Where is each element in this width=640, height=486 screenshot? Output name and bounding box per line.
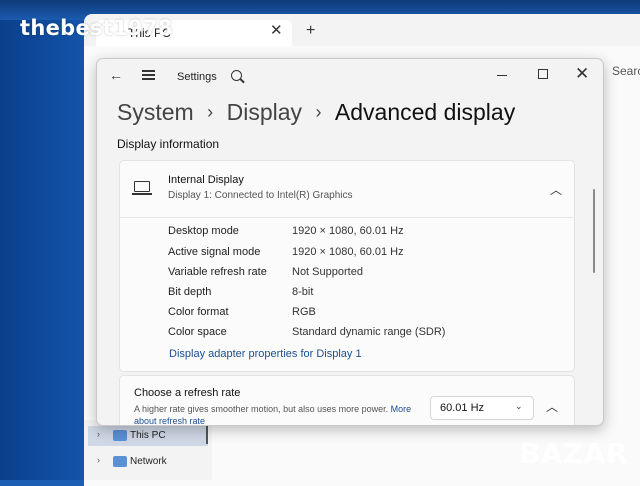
display-connection: Display 1: Connected to Intel(R) Graphic… <box>168 190 353 201</box>
app-title: Settings <box>177 71 217 83</box>
property-label: Color format <box>168 306 229 318</box>
nav-item-network[interactable]: › Network <box>88 452 208 472</box>
chevron-right-icon[interactable]: › <box>97 429 100 439</box>
property-value: Not Supported <box>292 266 363 278</box>
property-row: Color format RGB <box>168 306 568 324</box>
settings-window: ← Settings ✕ System › Display › Advanced… <box>96 58 604 426</box>
property-value: 1920 × 1080, 60.01 Hz <box>292 246 404 258</box>
nav-pane-splitter[interactable] <box>206 426 208 444</box>
close-tab-icon[interactable]: ✕ <box>270 21 283 39</box>
watermark-logo: BAZAR <box>518 437 628 470</box>
property-label: Color space <box>168 326 227 338</box>
property-row: Active signal mode 1920 × 1080, 60.01 Hz <box>168 246 568 264</box>
property-row: Bit depth 8-bit <box>168 286 568 304</box>
chevron-up-icon[interactable]: ︿ <box>550 181 562 198</box>
property-label: Active signal mode <box>168 246 261 258</box>
chevron-right-icon: › <box>315 102 322 122</box>
refresh-rate-description-text: A higher rate gives smoother motion, but… <box>134 404 389 414</box>
title-bar: ← Settings ✕ <box>97 59 603 93</box>
property-row: Desktop mode 1920 × 1080, 60.01 Hz <box>168 225 568 243</box>
chevron-up-icon[interactable]: ︿ <box>546 398 558 415</box>
search-icon[interactable] <box>231 70 242 81</box>
page-title: Advanced display <box>334 99 516 125</box>
property-value: 1920 × 1080, 60.01 Hz <box>292 225 404 237</box>
maximize-icon[interactable] <box>538 69 548 79</box>
refresh-rate-card: Choose a refresh rate A higher rate give… <box>119 375 575 425</box>
back-arrow-icon[interactable]: ← <box>109 67 123 83</box>
refresh-rate-description: A higher rate gives smoother motion, but… <box>134 403 414 425</box>
explorer-search-input[interactable]: Searc <box>612 64 640 78</box>
property-value: Standard dynamic range (SDR) <box>292 326 446 338</box>
chevron-down-icon: ⌄ <box>515 401 523 411</box>
property-label: Bit depth <box>168 286 212 298</box>
watermark-text: thebest1978 <box>20 16 173 40</box>
breadcrumb-system[interactable]: System <box>117 99 194 125</box>
refresh-rate-dropdown[interactable]: 60.01 Hz ⌄ <box>430 396 534 420</box>
minimize-icon[interactable] <box>497 75 507 76</box>
network-icon <box>113 456 127 467</box>
chevron-right-icon: › <box>207 102 214 122</box>
property-value: 8-bit <box>292 286 314 298</box>
property-row: Variable refresh rate Not Supported <box>168 266 568 284</box>
property-value: RGB <box>292 306 316 318</box>
breadcrumb-display[interactable]: Display <box>227 99 302 125</box>
display-adapter-properties-link[interactable]: Display adapter properties for Display 1 <box>169 348 362 360</box>
nav-item-label: Network <box>130 456 167 467</box>
refresh-rate-selected-value: 60.01 Hz <box>440 402 485 414</box>
scrollbar[interactable] <box>593 189 595 273</box>
breadcrumb: System › Display › Advanced display <box>117 99 515 129</box>
close-icon[interactable]: ✕ <box>575 64 589 84</box>
display-info-card: Internal Display Display 1: Connected to… <box>119 160 575 372</box>
nav-item-label: This PC <box>130 430 166 441</box>
section-title: Display information <box>117 137 220 151</box>
nav-item-this-pc[interactable]: › This PC <box>88 426 208 446</box>
hamburger-menu-icon[interactable] <box>142 70 155 80</box>
property-label: Variable refresh rate <box>168 266 267 278</box>
property-label: Desktop mode <box>168 225 239 237</box>
computer-icon <box>113 430 127 441</box>
monitor-icon <box>132 181 152 195</box>
new-tab-icon[interactable]: + <box>306 22 315 40</box>
refresh-rate-title: Choose a refresh rate <box>134 387 241 399</box>
chevron-right-icon[interactable]: › <box>97 455 100 465</box>
display-name: Internal Display <box>168 174 244 186</box>
display-card-header[interactable]: Internal Display Display 1: Connected to… <box>120 161 574 218</box>
property-row: Color space Standard dynamic range (SDR) <box>168 326 568 344</box>
